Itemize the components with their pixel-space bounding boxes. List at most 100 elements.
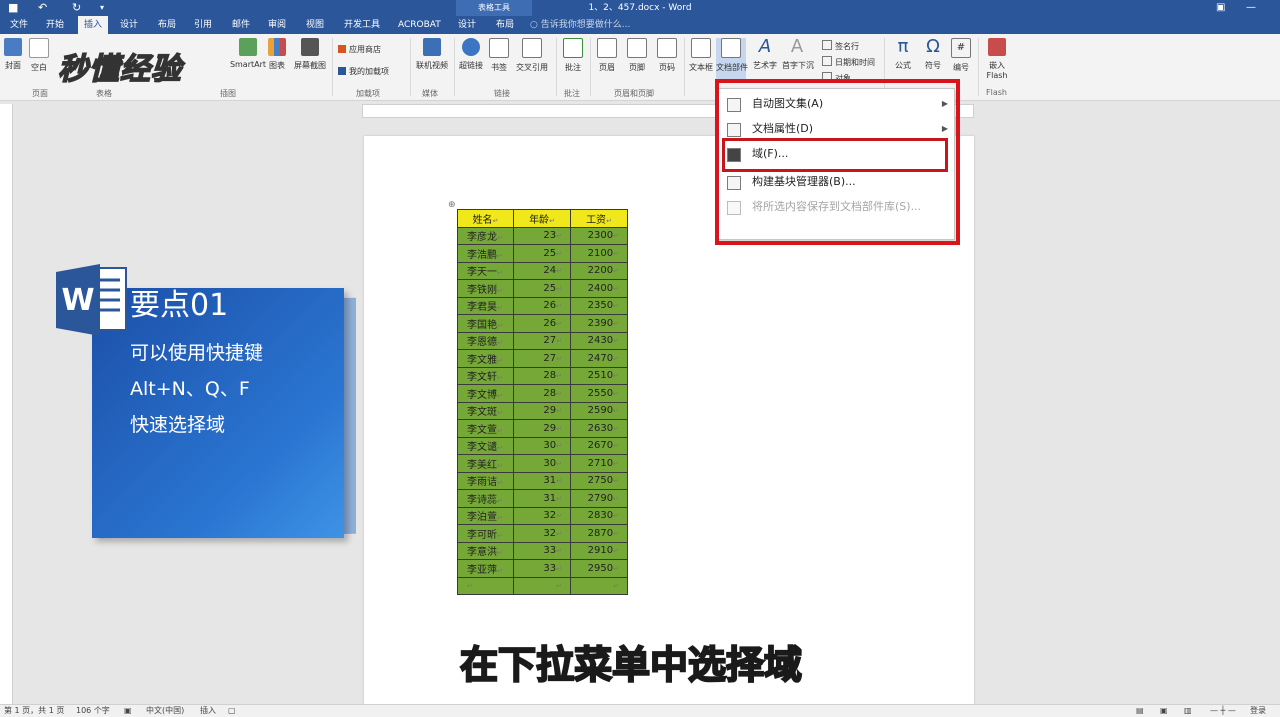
embed-flash-button[interactable]: 嵌入 Flash (982, 38, 1012, 80)
age-cell[interactable]: 23↵ (513, 226, 571, 245)
name-cell[interactable]: 李文轩↵ (457, 366, 514, 385)
tab-table-design[interactable]: 设计 (452, 16, 482, 34)
tab-table-layout[interactable]: 布局 (490, 16, 520, 34)
salary-cell[interactable]: 2910↵ (570, 541, 628, 560)
age-cell[interactable]: 29↵ (513, 401, 571, 420)
tab-acrobat[interactable]: ACROBAT (392, 16, 447, 34)
tab-view[interactable]: 视图 (300, 16, 330, 34)
age-cell[interactable]: 30↵ (513, 436, 571, 455)
equation-button[interactable]: π 公式 (888, 38, 918, 71)
header-button[interactable]: 页眉 (592, 38, 622, 73)
name-cell[interactable]: 李彦龙↵ (457, 226, 514, 245)
salary-cell[interactable]: 2350↵ (570, 296, 628, 315)
name-cell[interactable]: 李国艳↵ (457, 314, 514, 333)
name-cell[interactable]: 李文萱↵ (457, 419, 514, 438)
age-cell[interactable]: 30↵ (513, 454, 571, 473)
name-cell[interactable]: 李文谴↵ (457, 436, 514, 455)
ribbon-display-icon[interactable]: ▣ (1216, 0, 1225, 16)
name-cell[interactable]: 李泊萱↵ (457, 506, 514, 525)
salary-cell[interactable]: 2390↵ (570, 314, 628, 333)
tab-review[interactable]: 审阅 (262, 16, 292, 34)
bookmark-button[interactable]: 书签 (484, 38, 514, 73)
page-number-button[interactable]: 页码 (652, 38, 682, 73)
salary-cell[interactable]: 2790↵ (570, 489, 628, 508)
name-cell[interactable]: 李雨诘↵ (457, 471, 514, 490)
name-cell[interactable]: 李亚萍↵ (457, 559, 514, 578)
vertical-ruler[interactable] (0, 104, 13, 704)
salary-cell[interactable]: 2100↵ (570, 244, 628, 263)
age-cell[interactable]: 27↵ (513, 331, 571, 350)
salary-cell[interactable]: 2630↵ (570, 419, 628, 438)
age-cell[interactable]: 31↵ (513, 489, 571, 508)
store-button[interactable]: 应用商店 (338, 44, 381, 55)
macro-record-icon[interactable]: ▢ (228, 705, 236, 717)
tab-mailings[interactable]: 邮件 (226, 16, 256, 34)
hyperlink-button[interactable]: 超链接 (456, 38, 486, 71)
screenshot-button[interactable]: 屏幕截图 (292, 38, 328, 71)
cross-reference-button[interactable]: 交叉引用 (514, 38, 550, 73)
salary-cell[interactable]: 2870↵ (570, 524, 628, 543)
tell-me-search[interactable]: ○ 告诉我你想要做什么... (530, 16, 630, 34)
name-cell[interactable]: 李可昕↵ (457, 524, 514, 543)
zoom-slider[interactable]: — ┼ — (1210, 705, 1236, 717)
drop-cap-button[interactable]: A 首字下沉 (782, 38, 814, 71)
web-layout-icon[interactable]: ▥ (1184, 705, 1192, 717)
date-time-button[interactable]: 日期和时间 (822, 56, 875, 68)
page-count[interactable]: 第 1 页，共 1 页 (4, 705, 64, 717)
age-cell[interactable]: 32↵ (513, 524, 571, 543)
salary-cell[interactable]: 2830↵ (570, 506, 628, 525)
salary-cell[interactable]: 2670↵ (570, 436, 628, 455)
salary-cell[interactable]: 2400↵ (570, 279, 628, 298)
table-move-handle-icon[interactable]: ⊕ (448, 200, 456, 210)
age-cell[interactable]: 33↵ (513, 541, 571, 560)
tab-file[interactable]: 文件 (4, 16, 34, 34)
word-count[interactable]: 106 个字 (76, 705, 110, 717)
age-cell[interactable]: 26↵ (513, 314, 571, 333)
comment-button[interactable]: 批注 (558, 38, 588, 73)
age-cell[interactable]: 26↵ (513, 296, 571, 315)
tab-layout[interactable]: 布局 (152, 16, 182, 34)
blank-page-button[interactable]: 空白 (24, 38, 54, 73)
zoom-label[interactable]: 登录 (1250, 705, 1266, 717)
salary-cell[interactable]: 2470↵ (570, 349, 628, 368)
tab-references[interactable]: 引用 (188, 16, 218, 34)
name-cell[interactable]: ↵ (457, 576, 514, 595)
print-layout-icon[interactable]: ▣ (1160, 705, 1168, 717)
age-cell[interactable]: 32↵ (513, 506, 571, 525)
name-cell[interactable]: 李浩鹏↵ (457, 244, 514, 263)
age-cell[interactable]: 24↵ (513, 261, 571, 280)
age-cell[interactable]: 25↵ (513, 279, 571, 298)
language-indicator[interactable]: 中文(中国) (146, 705, 184, 717)
age-cell[interactable]: 25↵ (513, 244, 571, 263)
symbol-button[interactable]: Ω 符号 (918, 38, 948, 71)
salary-table[interactable]: 姓名↵ 年龄↵ 工资↵ 李彦龙↵ 23↵ 2300↵ 李浩鹏↵ 25↵ 2100↵ 李天一↵… (457, 209, 628, 595)
wordart-button[interactable]: A 艺术字 (750, 38, 780, 71)
age-cell[interactable]: 27↵ (513, 349, 571, 368)
name-cell[interactable]: 李恩德↵ (457, 331, 514, 350)
salary-cell[interactable]: 2590↵ (570, 401, 628, 420)
footer-button[interactable]: 页脚 (622, 38, 652, 73)
age-cell[interactable]: 28↵ (513, 366, 571, 385)
salary-cell[interactable]: 2510↵ (570, 366, 628, 385)
salary-cell[interactable]: 2950↵ (570, 559, 628, 578)
tab-design[interactable]: 设计 (114, 16, 144, 34)
table-header-cell[interactable]: 姓名↵ (457, 209, 514, 228)
name-cell[interactable]: 李天一↵ (457, 261, 514, 280)
salary-cell[interactable]: 2710↵ (570, 454, 628, 473)
salary-cell[interactable]: 2550↵ (570, 384, 628, 403)
salary-cell[interactable]: 2200↵ (570, 261, 628, 280)
insert-mode[interactable]: 插入 (200, 705, 216, 717)
name-cell[interactable]: 李美红↵ (457, 454, 514, 473)
my-addins-button[interactable]: 我的加载项 (338, 66, 389, 77)
age-cell[interactable]: 29↵ (513, 419, 571, 438)
salary-cell[interactable]: 2430↵ (570, 331, 628, 350)
tab-developer[interactable]: 开发工具 (338, 16, 386, 34)
name-cell[interactable]: 李文雅↵ (457, 349, 514, 368)
online-video-button[interactable]: 联机视频 (412, 38, 452, 71)
salary-cell[interactable]: 2300↵ (570, 226, 628, 245)
proofing-icon[interactable]: ▣ (124, 705, 132, 717)
signature-line-button[interactable]: 签名行 (822, 40, 859, 52)
name-cell[interactable]: 李文博↵ (457, 384, 514, 403)
table-header-cell[interactable]: 工资↵ (570, 209, 628, 228)
name-cell[interactable]: 李意洪↵ (457, 541, 514, 560)
